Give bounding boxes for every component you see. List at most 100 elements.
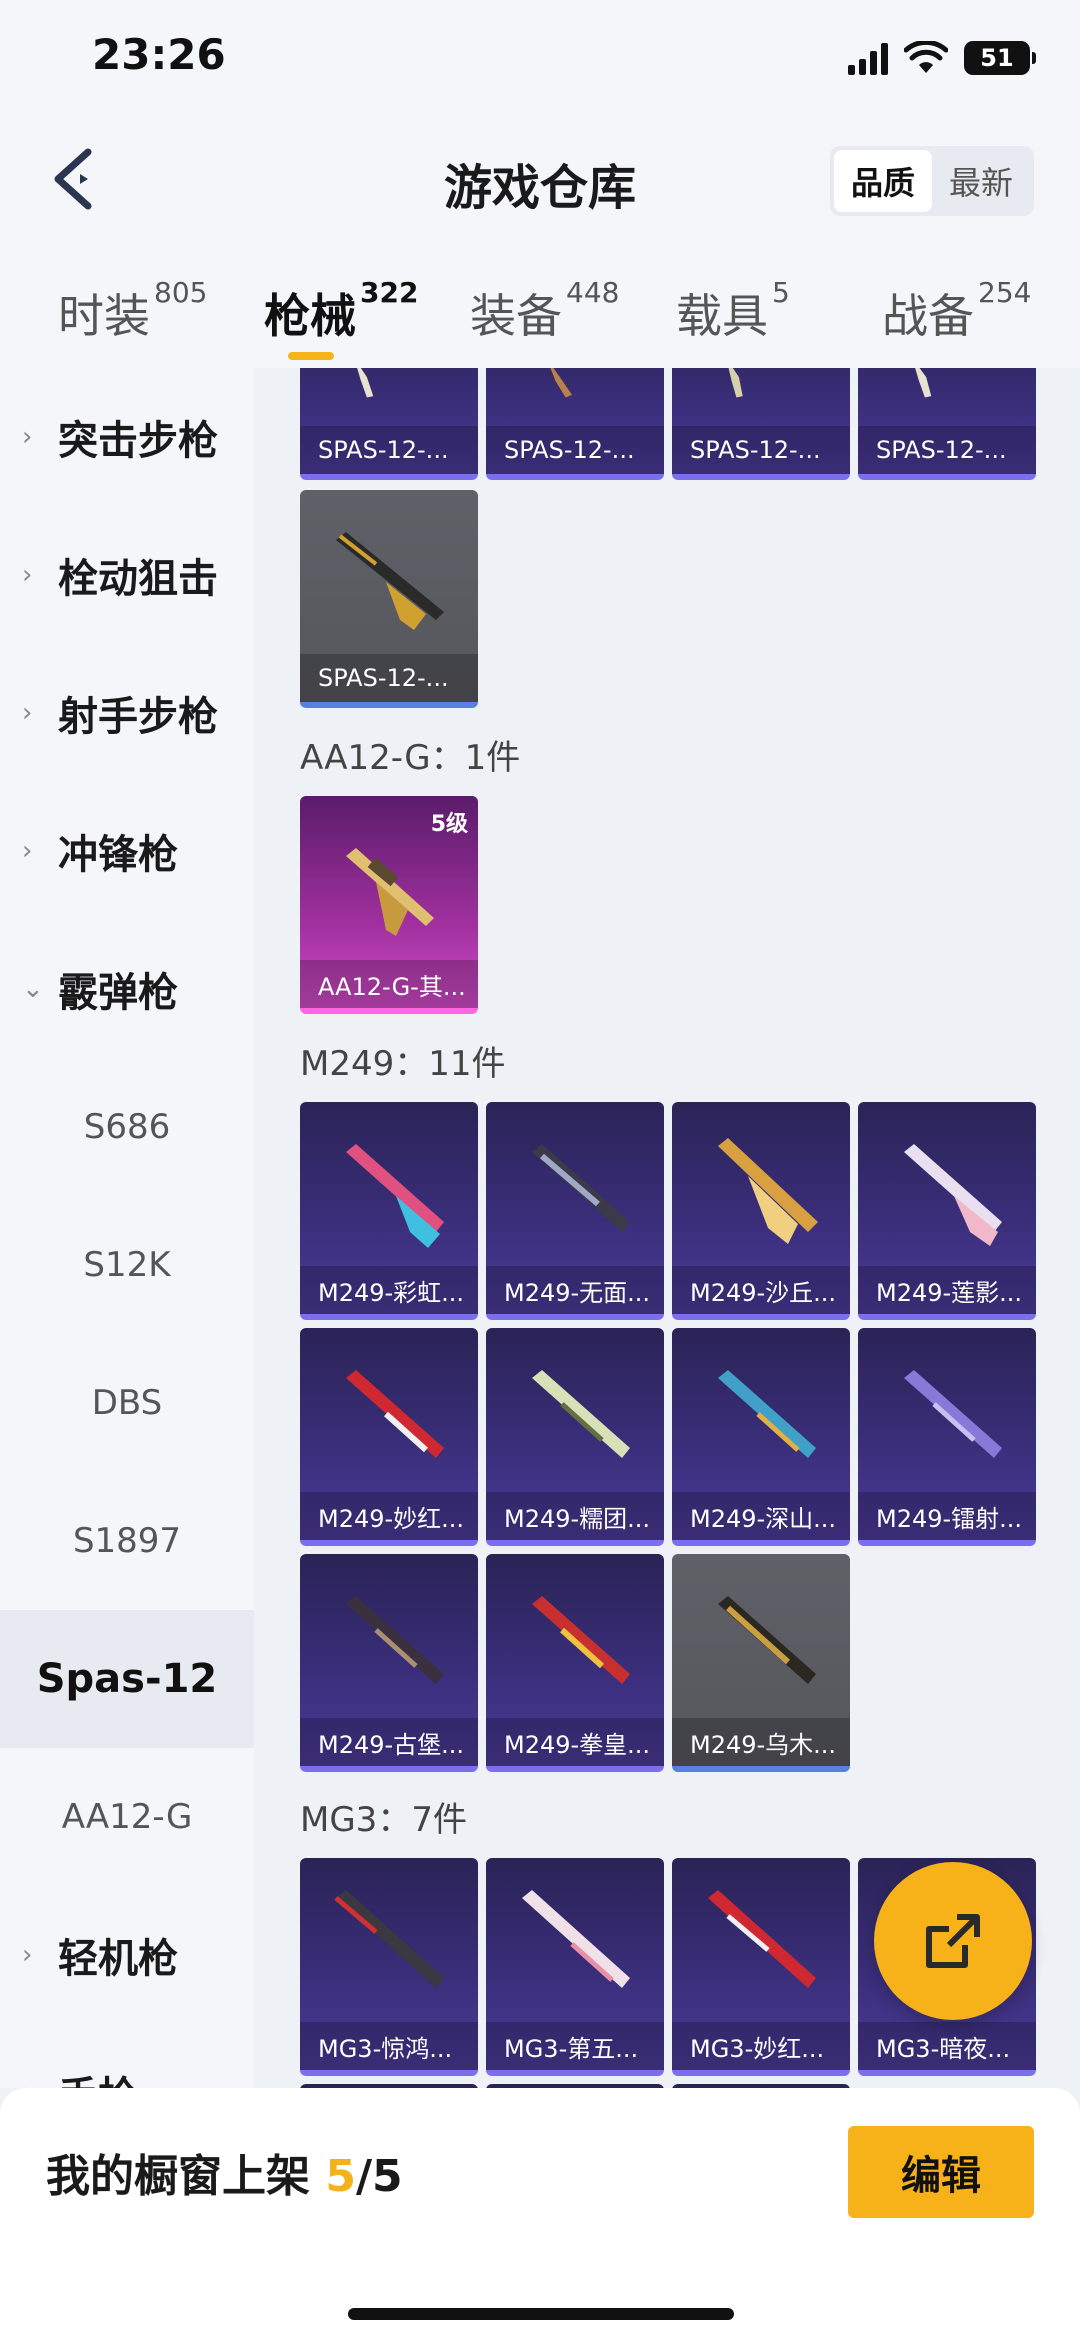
tab-label: 载具 <box>676 289 768 343</box>
weapon-card[interactable]: SPAS-12-... <box>858 368 1036 480</box>
sidebar-item-s12k[interactable]: S12K <box>0 1196 254 1334</box>
sidebar-item-bolt-sniper[interactable]: › 栓动狙击 <box>0 506 254 644</box>
sidebar-item-label: 冲锋枪 <box>58 832 178 878</box>
gun-icon <box>718 1370 816 1458</box>
weapon-card-name: MG3-第五... <box>486 2022 664 2070</box>
weapon-card-name: M249-拳皇... <box>486 1718 664 1766</box>
gun-icon <box>346 1596 444 1684</box>
battery-icon: 51 <box>964 41 1036 75</box>
wifi-icon <box>904 41 948 73</box>
sidebar-item-label: 射手步枪 <box>58 694 218 740</box>
weapon-card-name: MG3-惊鸿... <box>300 2022 478 2070</box>
weapon-card-name: AA12-G-其... <box>300 960 478 1008</box>
weapon-card[interactable]: M249-糯团... <box>486 1328 664 1546</box>
status-icons: 51 <box>848 38 1036 78</box>
item-grid: SPAS-12-... SPAS-12-... SPAS-12-... SPAS… <box>254 368 1080 2088</box>
weapon-card[interactable]: SPAS-12-... <box>672 368 850 480</box>
tab-vehicles[interactable]: 载具 5 <box>676 276 790 346</box>
sidebar-item-shotgun[interactable]: ⌄ 霰弹枪 <box>0 920 254 1058</box>
showcase-status: 我的橱窗上架 5/5 <box>46 2140 403 2204</box>
showcase-total: /5 <box>355 2151 403 2202</box>
weapon-card-name: M249-无面... <box>486 1266 664 1314</box>
status-time: 23:26 <box>92 30 226 79</box>
weapon-type-sidebar: › 突击步枪 › 栓动狙击 › 射手步枪 › 冲锋枪 ⌄ 霰弹枪 S686 S12K DB… <box>0 368 254 2088</box>
showcase-label: 我的橱窗上架 <box>46 2151 326 2202</box>
weapon-card[interactable]: M249-古堡... <box>300 1554 478 1772</box>
gun-icon <box>336 532 444 630</box>
weapon-card[interactable]: M249-乌木... <box>672 1554 850 1772</box>
gun-icon <box>550 368 572 398</box>
weapon-card-name: M249-乌木... <box>672 1718 850 1766</box>
chevron-right-icon: › <box>22 698 33 728</box>
sidebar-item-s1897[interactable]: S1897 <box>0 1472 254 1610</box>
tab-equipment[interactable]: 装备 448 <box>470 276 619 346</box>
weapon-card[interactable]: 5级 AA12-G-其... <box>300 796 478 1014</box>
chevron-right-icon: › <box>22 836 33 866</box>
tab-supplies[interactable]: 战备 254 <box>882 276 1031 346</box>
weapon-card-name: M249-妙红... <box>300 1492 478 1540</box>
sort-quality-button[interactable]: 品质 <box>834 150 932 212</box>
weapon-card[interactable]: M249-无面... <box>486 1102 664 1320</box>
weapon-card[interactable]: SPAS-12-... <box>486 368 664 480</box>
group-label-m249: M249：11件 <box>300 1044 506 1084</box>
weapon-card[interactable]: M249-拳皇... <box>486 1554 664 1772</box>
weapon-card[interactable]: MG3-第五... <box>486 1858 664 2076</box>
tab-count: 805 <box>154 276 208 309</box>
bottom-bar: 我的橱窗上架 5/5 编辑 <box>0 2088 1080 2339</box>
gun-icon <box>532 1596 630 1684</box>
sidebar-item-assault-rifle[interactable]: › 突击步枪 <box>0 368 254 506</box>
weapon-card[interactable]: SPAS-12-... <box>300 368 478 480</box>
sidebar-item-marksman-rifle[interactable]: › 射手步枪 <box>0 644 254 782</box>
weapon-card-name: SPAS-12-... <box>672 426 850 474</box>
sidebar-item-label: 栓动狙击 <box>58 556 218 602</box>
weapon-card-name: SPAS-12-... <box>300 654 478 702</box>
sort-newest-button[interactable]: 最新 <box>932 150 1030 212</box>
status-bar: 23:26 51 <box>0 0 1080 118</box>
weapon-card-name: SPAS-12-... <box>858 426 1036 474</box>
group-label-aa12g: AA12-G：1件 <box>300 738 521 778</box>
home-indicator <box>348 2308 734 2320</box>
weapon-card[interactable]: MG3-妙红... <box>672 1858 850 2076</box>
sidebar-item-s686[interactable]: S686 <box>0 1058 254 1196</box>
gun-icon <box>346 1370 444 1458</box>
tab-guns[interactable]: 枪械 322 <box>264 276 418 360</box>
sidebar-item-dbs[interactable]: DBS <box>0 1334 254 1472</box>
weapon-card[interactable]: M249-深山... <box>672 1328 850 1546</box>
weapon-card[interactable]: M249-莲影... <box>858 1102 1036 1320</box>
sidebar-item-smg[interactable]: › 冲锋枪 <box>0 782 254 920</box>
gun-icon <box>904 1370 1002 1458</box>
sidebar-item-label: 突击步枪 <box>58 418 218 464</box>
chevron-right-icon: › <box>22 2078 32 2088</box>
weapon-card[interactable]: MG3-惊鸿... <box>300 1858 478 2076</box>
sort-toggle: 品质 最新 <box>830 146 1034 216</box>
sidebar-item-spas12[interactable]: Spas-12 <box>0 1610 254 1748</box>
tab-label: 装备 <box>470 289 562 343</box>
tab-fashion[interactable]: 时装 805 <box>58 276 207 346</box>
share-button[interactable] <box>874 1862 1032 2020</box>
weapon-card[interactable]: M249-彩虹... <box>300 1102 478 1320</box>
weapon-card[interactable]: M249-镭射... <box>858 1328 1036 1546</box>
share-external-icon <box>926 1914 980 1968</box>
sidebar-item-lmg[interactable]: › 轻机枪 <box>0 1886 254 2024</box>
gun-icon <box>904 1144 1002 1246</box>
weapon-card[interactable]: SPAS-12-... <box>300 490 478 708</box>
weapon-card[interactable]: M249-妙红... <box>300 1328 478 1546</box>
weapon-card-name: M249-古堡... <box>300 1718 478 1766</box>
edit-button[interactable]: 编辑 <box>848 2126 1034 2218</box>
gun-icon <box>718 1596 816 1684</box>
tab-count: 5 <box>772 276 790 309</box>
weapon-card-name: MG3-妙红... <box>672 2022 850 2070</box>
chevron-right-icon: › <box>22 560 33 590</box>
sidebar-item-label: 轻机枪 <box>58 1936 178 1982</box>
gun-icon <box>532 1370 630 1458</box>
gun-icon <box>346 1144 444 1248</box>
group-label-mg3: MG3：7件 <box>300 1800 467 1840</box>
showcase-count: 5 <box>325 2151 356 2202</box>
sidebar-item-aa12g[interactable]: AA12-G <box>0 1748 254 1886</box>
sidebar-item-label: 手枪 <box>58 2064 138 2088</box>
sidebar-item-pistol[interactable]: › 手枪 <box>0 2024 254 2088</box>
weapon-card[interactable]: M249-沙丘... <box>672 1102 850 1320</box>
tab-label: 枪械 <box>264 289 356 343</box>
gun-icon <box>522 1890 630 1988</box>
weapon-card-name: M249-糯团... <box>486 1492 664 1540</box>
